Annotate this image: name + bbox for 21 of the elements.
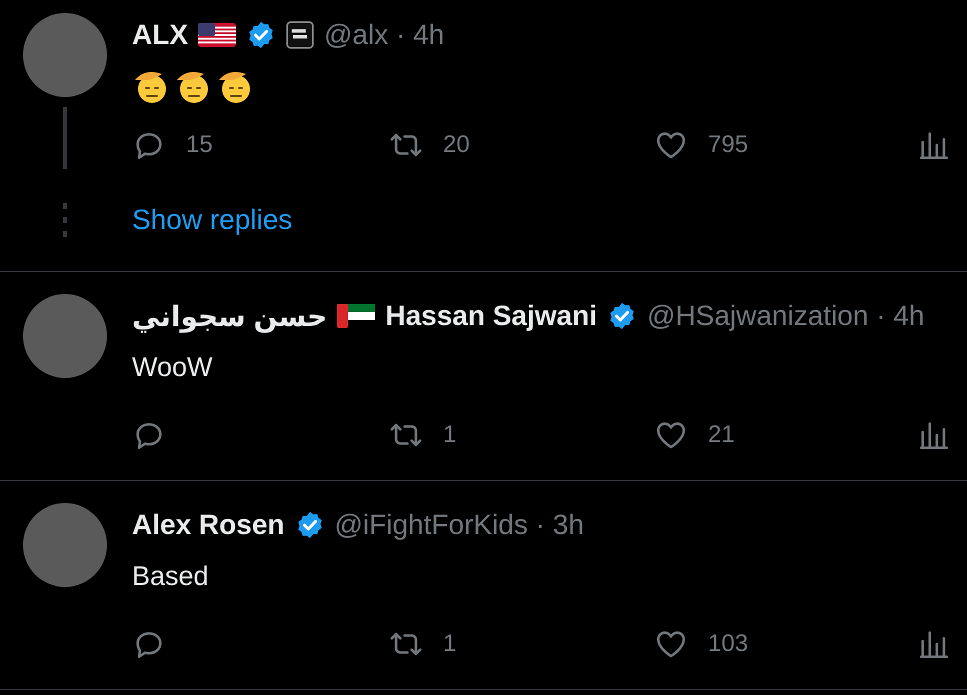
author-name[interactable]: ALX: [132, 19, 188, 51]
like-count: 795: [708, 131, 748, 159]
thread-dots-icon: [63, 203, 67, 237]
author-name[interactable]: Hassan Sajwani: [385, 300, 598, 332]
author-name[interactable]: حسن سجواني: [132, 300, 328, 332]
flag-icon: [198, 23, 236, 47]
handle-and-time[interactable]: @iFightForKids · 3h: [334, 509, 584, 541]
repost-count: 1: [443, 630, 456, 658]
handle-and-time[interactable]: @HSajwanization · 4h: [647, 300, 924, 332]
show-replies-link[interactable]: Show replies: [132, 204, 292, 236]
repost-count: 1: [443, 421, 456, 449]
tweet-text: Based: [132, 560, 210, 592]
handle-and-time[interactable]: @alx · 4h: [324, 19, 444, 51]
like-count: 103: [708, 630, 748, 658]
repost-count: 20: [443, 131, 470, 159]
flag-icon: [337, 304, 376, 328]
reply-count: 15: [186, 131, 213, 159]
tweet-text: WooW: [132, 350, 214, 384]
author-name[interactable]: Alex Rosen: [132, 509, 284, 541]
like-count: 21: [708, 421, 735, 449]
affiliate-badge-icon: [286, 21, 314, 49]
